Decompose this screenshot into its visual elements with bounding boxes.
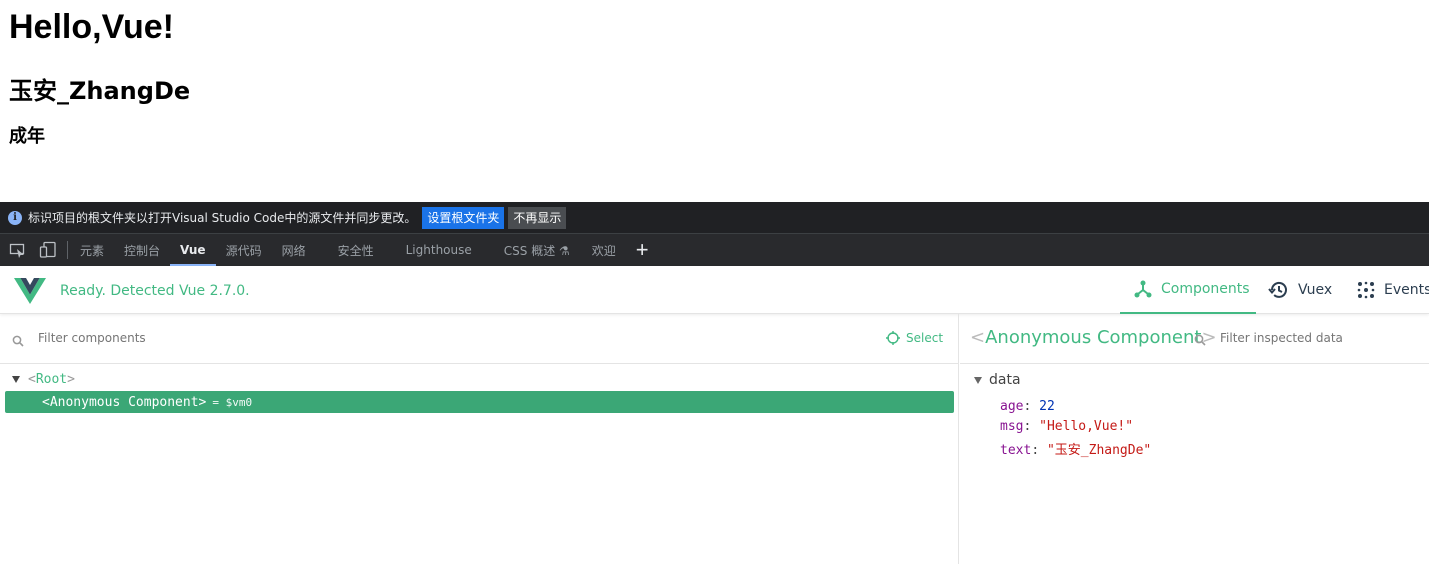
components-tab-label: Components	[1161, 281, 1250, 297]
root-bracket-open: <	[28, 372, 36, 387]
filter-inspected-data-input[interactable]	[1220, 331, 1420, 345]
filter-components-input[interactable]	[38, 331, 438, 345]
inspect-element-icon[interactable]	[9, 241, 27, 259]
history-icon	[1268, 279, 1290, 301]
tab-lighthouse[interactable]: Lighthouse	[396, 234, 482, 266]
set-root-folder-button[interactable]: 设置根文件夹	[422, 206, 505, 229]
target-icon	[886, 331, 900, 345]
data-prop-text: text: "玉安_ZhangDe"	[1000, 443, 1152, 458]
infobar-message: 标识项目的根文件夹以打开Visual Studio Code中的源文件并同步更改…	[28, 211, 417, 225]
select-component-button[interactable]: Select	[886, 331, 943, 345]
events-icon	[1356, 280, 1376, 300]
tab-network[interactable]: 网络	[272, 234, 316, 266]
info-icon: i	[8, 210, 22, 225]
search-icon	[1194, 333, 1206, 351]
events-tab[interactable]: Events	[1356, 266, 1429, 314]
add-tab-icon[interactable]: +	[636, 234, 649, 266]
tab-vue[interactable]: Vue	[170, 234, 216, 266]
bracket-open: <	[970, 327, 986, 348]
expand-triangle-icon[interactable]	[12, 376, 20, 383]
tab-sources[interactable]: 源代码	[216, 234, 272, 266]
tab-elements[interactable]: 元素	[70, 234, 114, 266]
device-toolbar-icon[interactable]	[39, 241, 57, 259]
page-heading: Hello,Vue!	[9, 8, 174, 46]
root-name: Root	[35, 372, 68, 387]
component-name-text: Anonymous Component	[985, 327, 1202, 348]
tree-node-anonymous-component[interactable]: <Anonymous Component> = $vm0	[5, 391, 954, 413]
vuex-tab[interactable]: Vuex	[1268, 266, 1332, 314]
devtools-infobar: i 标识项目的根文件夹以打开Visual Studio Code中的源文件并同步…	[0, 202, 1429, 234]
tab-security[interactable]: 安全性	[328, 234, 384, 266]
data-prop-msg: msg: "Hello,Vue!"	[1000, 419, 1134, 434]
tab-divider	[67, 241, 68, 259]
page-status-heading: 成年	[9, 126, 45, 147]
prop-value[interactable]: 22	[1039, 399, 1055, 414]
page-subheading: 玉安_ZhangDe	[9, 77, 191, 105]
devtools-tabbar: 元素 控制台 Vue 源代码 网络 安全性 Lighthouse CSS 概述 …	[0, 234, 1429, 266]
search-icon	[12, 334, 24, 352]
vuex-tab-label: Vuex	[1298, 282, 1333, 298]
prop-key: age	[1000, 399, 1024, 414]
root-bracket-close: >	[67, 372, 75, 387]
data-section-label: data	[989, 372, 1021, 388]
components-tab[interactable]: Components	[1120, 266, 1256, 314]
data-prop-age: age: 22	[1000, 399, 1055, 414]
inspected-component-name: <Anonymous Component>	[970, 327, 1217, 348]
vue-devtools-header: Ready. Detected Vue 2.7.0. Components Vu…	[0, 266, 1429, 314]
vue-logo-icon	[14, 278, 46, 309]
data-section-header[interactable]: data	[974, 372, 1021, 388]
dont-show-again-button[interactable]: 不再显示	[508, 206, 567, 229]
events-tab-label: Events	[1384, 282, 1429, 298]
vue-ready-status: Ready. Detected Vue 2.7.0.	[60, 283, 250, 299]
tab-welcome[interactable]: 欢迎	[582, 234, 626, 266]
prop-key: text	[1000, 443, 1032, 458]
page-content: Hello,Vue! 玉安_ZhangDe 成年	[0, 0, 1429, 202]
prop-value[interactable]: "玉安_ZhangDe"	[1047, 443, 1151, 458]
expand-triangle-icon[interactable]	[974, 376, 982, 384]
tree-node-root[interactable]: < Root >	[12, 372, 75, 387]
component-filter-bar: Select	[0, 314, 959, 364]
tab-css-overview[interactable]: CSS 概述 ⚗	[494, 234, 580, 266]
prop-value[interactable]: "Hello,Vue!"	[1039, 419, 1133, 434]
select-label: Select	[906, 331, 944, 345]
prop-key: msg	[1000, 419, 1024, 434]
vm-reference: = $vm0	[212, 395, 253, 409]
tab-console[interactable]: 控制台	[114, 234, 170, 266]
components-icon	[1133, 279, 1153, 299]
inspector-pane: <Anonymous Component> data age: 22 msg: …	[960, 314, 1429, 564]
inspector-header: <Anonymous Component>	[960, 314, 1429, 364]
selected-component-label: <Anonymous Component>	[42, 394, 207, 410]
component-tree-pane: Select <Root> <Anonymous Component> = $v…	[0, 314, 959, 564]
